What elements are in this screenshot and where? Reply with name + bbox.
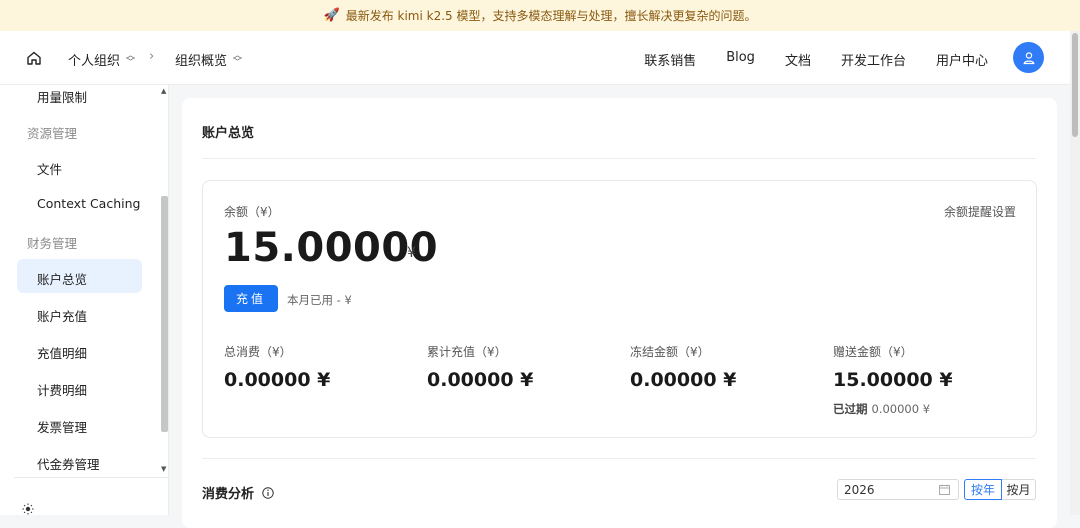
sidebar-scrollbar[interactable]: ▲ ▼ [160, 85, 169, 475]
sidebar-item-account-overview[interactable]: 账户总览 [37, 269, 87, 288]
org-selector[interactable]: 个人组织 ︿ ﹀ [68, 50, 135, 69]
sidebar-group-finance: 财务管理 [27, 236, 78, 251]
recharge-button[interactable]: 充值 [224, 285, 278, 312]
sidebar-item-vouchers[interactable]: 代金券管理 [37, 454, 100, 473]
sidebar: 用量限制 资源管理 文件 Context Caching 财务管理 账户总览 账… [0, 85, 169, 515]
balance-amount: 15.00000 [224, 225, 439, 271]
page-title: 账户总览 [202, 126, 255, 141]
sidebar-scrollbar-thumb[interactable] [161, 196, 168, 432]
announcement-banner[interactable]: 🚀 最新发布 kimi k2.5 模型，支持多模态理解与处理，擅长解决更复杂的问… [0, 0, 1080, 31]
nav-blog[interactable]: Blog [726, 50, 755, 69]
balance-alert-setting-link[interactable]: 余额提醒设置 [944, 203, 1016, 220]
user-icon [1022, 51, 1035, 64]
sidebar-divider [14, 477, 169, 478]
account-overview-card: 账户总览 余额（¥） 余额提醒设置 15.00000 ¥ 充值 本月已用 - ¥… [182, 98, 1057, 528]
stat-label: 累计充值（¥） [427, 345, 507, 359]
scroll-down-icon[interactable]: ▼ [161, 465, 166, 473]
chevron-right-icon: › [149, 49, 155, 64]
stat-label: 总消费（¥） [224, 345, 292, 359]
stat-label: 赠送金额（¥） [833, 345, 913, 359]
page-selector[interactable]: 组织概览 ︿ ﹀ [175, 50, 242, 69]
stat-value: 0.00000 ¥ [630, 369, 737, 391]
stat-total-consumption: 总消费（¥） 0.00000 ¥ [224, 343, 330, 391]
home-icon[interactable] [26, 50, 42, 66]
expired-label: 已过期 [833, 402, 868, 416]
scroll-up-icon[interactable]: ▲ [161, 87, 166, 95]
page-scrollbar[interactable] [1070, 31, 1080, 515]
page-scrollbar-thumb[interactable] [1072, 33, 1078, 137]
nav-contact-sales[interactable]: 联系销售 [644, 50, 696, 69]
sidebar-group-resource: 资源管理 [27, 126, 78, 141]
toggle-by-year[interactable]: 按年 [964, 479, 1002, 500]
balance-currency: ¥ [407, 245, 416, 261]
sidebar-item-files[interactable]: 文件 [37, 159, 62, 178]
stat-value: 0.00000 ¥ [427, 369, 534, 391]
toggle-by-month[interactable]: 按月 [1002, 479, 1036, 500]
sidebar-item-invoice[interactable]: 发票管理 [37, 417, 87, 436]
sidebar-item-usage-limit[interactable]: 用量限制 [37, 87, 87, 106]
top-navigation: 个人组织 ︿ ﹀ › 组织概览 ︿ ﹀ 联系销售 Blog 文档 开发工作台 用户中… [0, 31, 1070, 85]
analysis-title-text: 消费分析 [202, 487, 255, 502]
stat-frozen-amount: 冻结金额（¥） 0.00000 ¥ [630, 343, 736, 391]
nav-links: 联系销售 Blog 文档 开发工作台 用户中心 [644, 50, 988, 69]
stat-value: 0.00000 ¥ [224, 369, 331, 391]
calendar-icon[interactable] [939, 484, 950, 495]
stat-label: 冻结金额（¥） [630, 345, 710, 359]
banner-text: 最新发布 kimi k2.5 模型，支持多模态理解与处理，擅长解决更复杂的问题。 [345, 9, 757, 23]
sidebar-item-account-recharge[interactable]: 账户充值 [37, 306, 87, 325]
chevron-updown-icon: ︿ ﹀ [233, 50, 243, 68]
title-divider [202, 158, 1036, 159]
info-icon[interactable] [262, 486, 274, 499]
sidebar-item-billing-details[interactable]: 计费明细 [37, 380, 87, 399]
consumption-analysis-title: 消费分析 [202, 483, 274, 502]
balance-panel: 余额（¥） 余额提醒设置 15.00000 ¥ 充值 本月已用 - ¥ 总消费（… [202, 180, 1037, 438]
stat-value: 15.00000 ¥ [833, 369, 953, 391]
sidebar-item-recharge-details[interactable]: 充值明细 [37, 343, 87, 362]
stat-gift-amount: 赠送金额（¥） 15.00000 ¥ [833, 343, 953, 391]
expired-gift: 已过期 0.00000 ¥ [833, 401, 930, 417]
stat-total-recharge: 累计充值（¥） 0.00000 ¥ [427, 343, 533, 391]
sidebar-item-context-caching[interactable]: Context Caching [37, 196, 140, 211]
sun-icon[interactable] [22, 503, 34, 515]
rocket-icon: 🚀 [323, 8, 340, 23]
chevron-updown-icon: ︿ ﹀ [126, 50, 136, 68]
avatar[interactable] [1013, 42, 1044, 73]
used-this-month: 本月已用 - ¥ [287, 293, 352, 307]
expired-value: 0.00000 ¥ [871, 402, 931, 416]
balance-label: 余额（¥） [224, 205, 280, 219]
org-name: 个人组织 [68, 54, 121, 69]
nav-user-center[interactable]: 用户中心 [936, 50, 988, 69]
nav-docs[interactable]: 文档 [785, 50, 811, 69]
nav-dev-console[interactable]: 开发工作台 [841, 50, 906, 69]
section-divider [202, 458, 1036, 459]
page-name: 组织概览 [175, 54, 228, 69]
